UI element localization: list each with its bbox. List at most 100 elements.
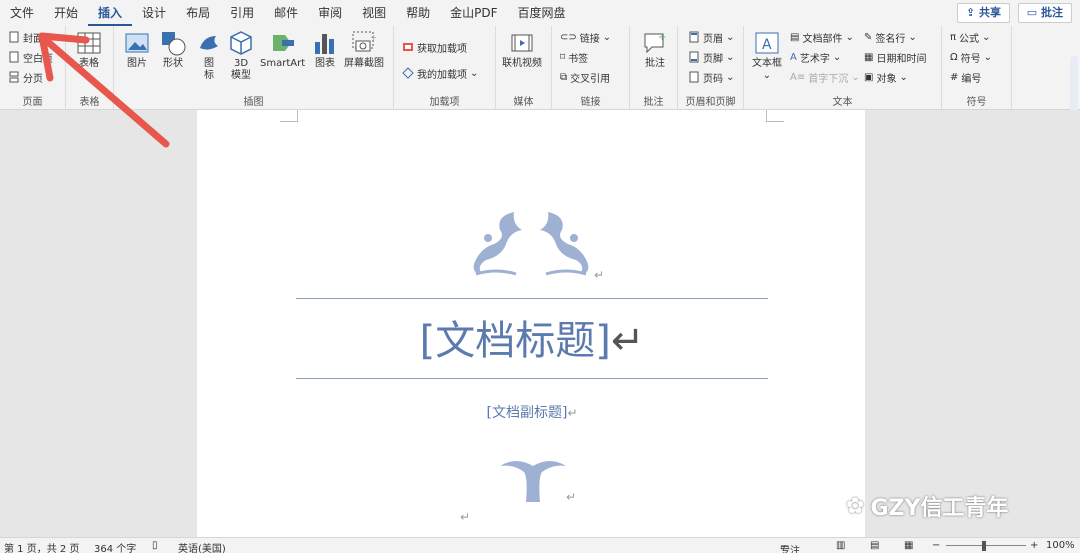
object-button[interactable]: ▣ 对象 ⌄ (864, 68, 908, 86)
bottom-ornament-icon (500, 461, 566, 502)
document-subtitle[interactable]: [文档副标题]↵ (296, 402, 768, 422)
wechat-icon: ✿ (846, 493, 865, 519)
signature-icon: ✎ (864, 31, 873, 43)
svg-text:A: A (762, 37, 772, 53)
icons-button[interactable]: 图 标 (196, 30, 222, 82)
signature-line-button[interactable]: ✎ 签名行 ⌄ (864, 28, 917, 46)
smartart-button[interactable]: SmartArt (260, 30, 305, 70)
header-footer-group-label: 页眉和页脚 (685, 97, 736, 108)
3d-models-button[interactable]: 3D 模型 (228, 30, 254, 82)
media-group: 联机视频 媒体 (496, 26, 552, 110)
object-icon: ▣ (864, 71, 874, 83)
tab-insert[interactable]: 插入 (88, 0, 133, 26)
title-rule-top (296, 298, 768, 299)
header-button[interactable]: 页眉 ⌄ (688, 28, 734, 46)
paragraph-mark-2: ↵ (566, 490, 577, 504)
links-group-label: 链接 (580, 97, 601, 108)
media-group-label: 媒体 (513, 97, 534, 108)
date-time-button[interactable]: ▦ 日期和时间 (864, 48, 926, 66)
tab-mailings[interactable]: 邮件 (264, 0, 308, 26)
tab-home[interactable]: 开始 (44, 0, 88, 26)
chevron-down-icon: ⌄ (762, 70, 772, 81)
bookmark-button[interactable]: ⌑ 书签 (560, 48, 588, 66)
new-comment-button[interactable]: + 批注 (642, 30, 668, 70)
tab-layout[interactable]: 布局 (176, 0, 220, 26)
my-addins-button[interactable]: 我的加载项 ⌄ (402, 64, 478, 82)
proofing-icon[interactable]: ▯ (152, 540, 158, 551)
text-group: A 文本框 ⌄ ▤ 文档部件 ⌄ A 艺术字 ⌄ A≡ 首字下沉 ⌄ ✎ 签名行… (744, 26, 942, 110)
comments-group: + 批注 批注 (630, 26, 678, 110)
link-button[interactable]: ⊂⊃ 链接 ⌄ (560, 28, 611, 46)
symbol-button[interactable]: Ω 符号 ⌄ (950, 48, 992, 66)
word-count[interactable]: 364 个字 (94, 540, 136, 553)
print-layout-icon[interactable]: ▤ (870, 540, 879, 551)
zoom-out-button[interactable]: − (932, 540, 940, 551)
document-title[interactable]: [文档标题]↵ (296, 308, 768, 366)
screenshot-button[interactable]: + 屏幕截图 (344, 30, 384, 70)
addin-icon (402, 67, 414, 79)
text-group-label: 文本 (832, 97, 853, 108)
chevron-down-icon: ⌄ (726, 31, 735, 43)
cover-page-icon (9, 31, 19, 43)
omega-icon: Ω (950, 51, 958, 63)
chevron-down-icon: ⌄ (908, 31, 917, 43)
cube-icon (230, 31, 252, 55)
online-video-button[interactable]: 联机视频 (502, 30, 542, 70)
bookmark-icon: ⌑ (560, 51, 566, 63)
chart-button[interactable]: 图表 (312, 30, 338, 70)
tab-help[interactable]: 帮助 (396, 0, 440, 26)
tab-file[interactable]: 文件 (0, 0, 44, 26)
tab-view[interactable]: 视图 (352, 0, 396, 26)
paragraph-mark: ↵ (594, 268, 605, 282)
footer-button[interactable]: 页脚 ⌄ (688, 48, 734, 66)
svg-text:+: + (658, 32, 666, 43)
drop-cap-icon: A≡ (790, 71, 806, 83)
tab-review[interactable]: 审阅 (308, 0, 352, 26)
top-ornament-icon (473, 212, 589, 276)
number-icon: # (950, 71, 959, 83)
chevron-down-icon: ⌄ (899, 71, 908, 83)
tab-references[interactable]: 引用 (220, 0, 264, 26)
link-icon: ⊂⊃ (560, 31, 577, 43)
get-addins-button[interactable]: 获取加载项 (402, 38, 467, 56)
zoom-in-button[interactable]: + (1030, 540, 1038, 551)
number-button[interactable]: # 编号 (950, 68, 981, 86)
zoom-slider-thumb[interactable] (982, 541, 986, 551)
comment-plus-icon: + (644, 32, 666, 54)
symbols-group-label: 符号 (966, 97, 987, 108)
quick-parts-button[interactable]: ▤ 文档部件 ⌄ (790, 28, 854, 46)
bar-chart-icon (315, 34, 334, 54)
web-layout-icon[interactable]: ▦ (904, 540, 913, 551)
comments-button[interactable]: ▭ 批注 (1017, 3, 1072, 23)
store-icon (403, 43, 413, 51)
tab-kingsoft-pdf[interactable]: 金山PDF (440, 0, 507, 26)
pi-icon: π (950, 31, 957, 43)
video-icon (511, 34, 533, 52)
blank-page-icon (9, 51, 19, 63)
language[interactable]: 英语(美国) (178, 540, 226, 553)
header-icon (689, 31, 699, 43)
wordart-icon: A (790, 51, 797, 63)
zoom-level[interactable]: 100% (1046, 540, 1075, 551)
equation-button[interactable]: π 公式 ⌄ (950, 28, 990, 46)
chevron-down-icon: ⌄ (983, 51, 993, 63)
read-mode-icon[interactable]: ▥ (836, 540, 845, 551)
text-box-button[interactable]: A 文本框 ⌄ (752, 30, 782, 82)
margin-corner-right (766, 110, 784, 122)
tab-baidu-netdisk[interactable]: 百度网盘 (508, 0, 576, 26)
addins-group-label: 加载项 (429, 97, 460, 108)
comment-icon: ▭ (1026, 6, 1038, 19)
page-number-button[interactable]: 页码 ⌄ (688, 68, 734, 86)
drop-cap-button[interactable]: A≡ 首字下沉 ⌄ (790, 68, 860, 86)
status-bar: 第 1 页，共 2 页 364 个字 ▯ 英语(美国) ▭ 专注 ▥ ▤ ▦ −… (0, 537, 1080, 553)
cross-reference-button[interactable]: ⧉ 交叉引用 (560, 68, 610, 86)
zoom-slider[interactable] (946, 545, 1026, 546)
icons-icon (200, 36, 218, 50)
wordart-button[interactable]: A 艺术字 ⌄ (790, 48, 841, 66)
tab-design[interactable]: 设计 (132, 0, 176, 26)
share-button[interactable]: ⇪ 共享 (956, 3, 1010, 23)
chevron-down-icon: ⌄ (851, 71, 860, 83)
page-count[interactable]: 第 1 页，共 2 页 (4, 540, 79, 553)
share-icon: ⇪ (965, 6, 976, 19)
camera-icon: + (352, 31, 377, 52)
